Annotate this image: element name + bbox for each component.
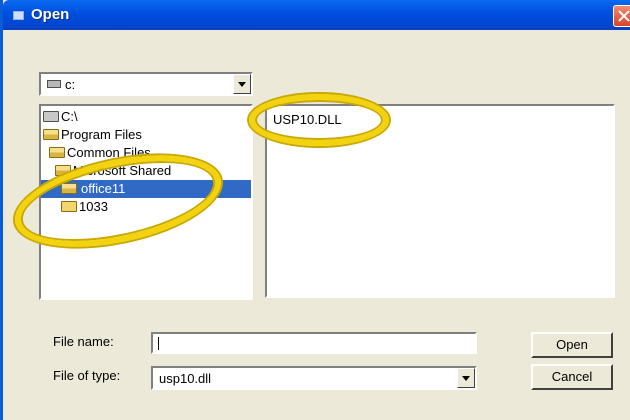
- cancel-button[interactable]: Cancel: [531, 364, 613, 390]
- drive-value: c:: [65, 77, 76, 92]
- file-type-value: usp10.dll: [159, 371, 212, 386]
- directory-item[interactable]: Program Files: [43, 126, 142, 144]
- close-button[interactable]: [613, 5, 630, 27]
- open-folder-icon: [49, 147, 65, 158]
- directory-label: Common Files: [67, 145, 151, 160]
- directory-item-selected[interactable]: office11: [41, 180, 251, 198]
- title-bar[interactable]: Open: [3, 0, 630, 30]
- directory-label: 1033: [79, 199, 108, 214]
- file-name-label: File name:: [53, 334, 114, 349]
- open-folder-icon: [55, 165, 71, 176]
- open-button[interactable]: Open: [531, 332, 613, 358]
- drive-folder-icon: [43, 111, 59, 122]
- directory-label: office11: [79, 181, 128, 196]
- open-folder-icon: [61, 183, 77, 194]
- directory-item[interactable]: Common Files: [49, 144, 151, 162]
- file-item[interactable]: USP10.DLL: [273, 112, 342, 127]
- drive-icon: [47, 80, 61, 88]
- drive-dropdown-arrow[interactable]: [233, 74, 251, 94]
- directory-list[interactable]: C:\ Program Files Common Files Microsoft…: [39, 104, 253, 300]
- directory-label: Program Files: [61, 127, 142, 142]
- file-name-field[interactable]: [151, 332, 477, 354]
- file-list[interactable]: USP10.DLL: [265, 104, 615, 298]
- folder-icon: [61, 201, 77, 212]
- drive-select[interactable]: c:: [39, 72, 253, 96]
- file-type-dropdown-arrow[interactable]: [457, 368, 475, 388]
- directory-item[interactable]: Microsoft Shared: [55, 162, 171, 180]
- open-dialog: Open c: C:\ Program Files Common Files M…: [0, 0, 630, 420]
- directory-label: C:\: [61, 109, 78, 124]
- window-icon: [13, 11, 24, 20]
- directory-item[interactable]: C:\: [43, 108, 78, 126]
- file-type-label: File of type:: [53, 368, 121, 383]
- directory-label: Microsoft Shared: [73, 163, 172, 178]
- open-folder-icon: [43, 129, 59, 140]
- text-caret: [158, 337, 159, 350]
- directory-item[interactable]: 1033: [61, 198, 108, 216]
- file-type-select[interactable]: usp10.dll: [151, 366, 477, 390]
- window-title: Open: [31, 6, 70, 23]
